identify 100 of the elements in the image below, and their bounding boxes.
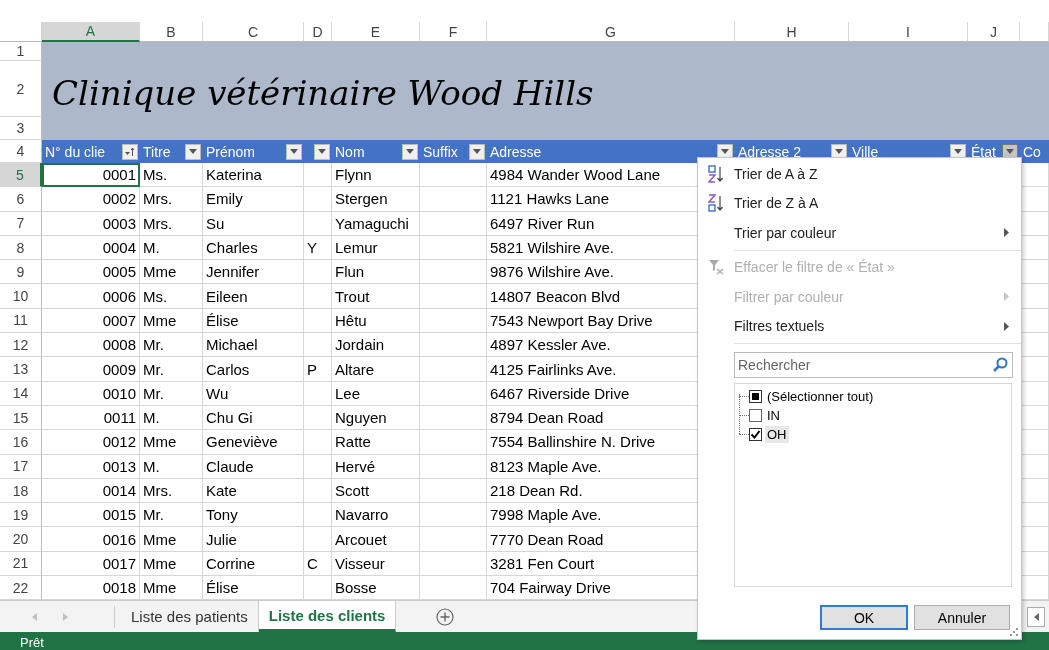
table-cell: Stergen	[332, 187, 420, 212]
row-header[interactable]: 3	[0, 117, 42, 140]
table-cell: Jennifer	[203, 260, 304, 285]
submenu-arrow-icon	[1004, 321, 1009, 331]
table-cell	[420, 527, 487, 552]
row-header[interactable]: 9	[0, 260, 42, 285]
table-cell: 0007	[42, 308, 140, 334]
row-header[interactable]: 5	[0, 163, 42, 188]
table-cell: Mrs.	[140, 478, 203, 504]
value-label[interactable]: OH	[765, 426, 789, 443]
table-cell: 0006	[42, 284, 140, 309]
sort-descending-icon	[708, 194, 724, 213]
header-cell: Prénom	[203, 140, 304, 163]
dialog-button[interactable]: OK	[820, 605, 908, 630]
table-cell: 0005	[42, 260, 140, 285]
table-cell: Mrs.	[140, 211, 203, 236]
row-header[interactable]: 19	[0, 503, 42, 528]
table-cell: Emily	[203, 187, 304, 212]
column-header[interactable]: E	[332, 22, 420, 42]
row-header[interactable]: 11	[0, 308, 42, 334]
table-cell: Ms.	[140, 163, 203, 188]
row-header[interactable]: 13	[0, 357, 42, 382]
table-cell: Mrs.	[140, 187, 203, 212]
row-header[interactable]: 16	[0, 430, 42, 455]
filter-button[interactable]	[469, 143, 485, 160]
row-header[interactable]: 14	[0, 381, 42, 406]
column-header[interactable]: H	[735, 22, 849, 42]
dialog-button[interactable]: Annuler	[914, 605, 1010, 630]
row-header[interactable]: 12	[0, 333, 42, 358]
table-cell: 0014	[42, 478, 140, 504]
table-cell: Yamaguchi	[332, 211, 420, 236]
table-cell	[304, 405, 332, 431]
column-header[interactable]: I	[849, 22, 968, 42]
row-header[interactable]: 10	[0, 284, 42, 309]
table-cell: 0013	[42, 454, 140, 479]
table-cell: P	[304, 357, 332, 382]
column-header[interactable]: C	[203, 22, 304, 42]
row-header[interactable]: 2	[0, 61, 42, 117]
row-header[interactable]: 18	[0, 478, 42, 504]
checkbox[interactable]	[749, 428, 762, 441]
table-cell: Claude	[203, 454, 304, 479]
resize-grip-icon[interactable]	[1010, 628, 1018, 636]
scroll-left-button[interactable]	[1027, 606, 1045, 627]
row-header[interactable]: 4	[0, 140, 42, 163]
table-cell: Altare	[332, 357, 420, 382]
row-header[interactable]: 15	[0, 405, 42, 431]
table-cell	[420, 503, 487, 528]
table-cell: Corrine	[203, 551, 304, 577]
column-header[interactable]: D	[304, 22, 332, 42]
add-sheet-icon[interactable]	[436, 607, 455, 626]
submenu-arrow-icon	[1004, 292, 1009, 302]
table-cell: Y	[304, 235, 332, 261]
table-cell: Hervé	[332, 454, 420, 479]
search-icon	[992, 357, 1008, 373]
search-field[interactable]: Rechercher	[734, 352, 1013, 378]
header-cell: Adresse	[487, 140, 735, 163]
row-header[interactable]: 22	[0, 576, 42, 601]
table-cell	[304, 211, 332, 236]
table-cell: Mme	[140, 260, 203, 285]
filter-button[interactable]	[314, 143, 330, 160]
sheet-tab[interactable]: Liste des clients	[258, 601, 397, 633]
filter-button[interactable]	[185, 143, 201, 160]
checkbox[interactable]	[749, 409, 762, 422]
column-header[interactable]: F	[420, 22, 487, 42]
row-header[interactable]: 1	[0, 42, 42, 61]
value-label[interactable]: (Sélectionner tout)	[765, 388, 876, 405]
row-header[interactable]: 7	[0, 211, 42, 236]
table-cell	[420, 405, 487, 431]
table-cell: M.	[140, 405, 203, 431]
filter-button[interactable]	[402, 143, 418, 160]
table-cell: Scott	[332, 478, 420, 504]
row-header[interactable]: 8	[0, 235, 42, 261]
column-header[interactable]: J	[968, 22, 1020, 42]
table-cell: 0001	[42, 163, 140, 188]
row-header[interactable]: 20	[0, 527, 42, 552]
table-cell	[420, 235, 487, 261]
table-cell	[304, 478, 332, 504]
column-header[interactable]: G	[487, 22, 735, 42]
row-header[interactable]: 21	[0, 551, 42, 577]
value-label[interactable]: IN	[765, 407, 782, 424]
row-header[interactable]: 6	[0, 187, 42, 212]
column-header[interactable]: A	[42, 22, 140, 42]
header-cell: Nom	[332, 140, 420, 163]
sort-ascending-icon	[708, 164, 724, 183]
table-cell: Visseur	[332, 551, 420, 577]
table-cell	[304, 527, 332, 552]
column-header[interactable]: B	[140, 22, 203, 42]
header-cell: Titre	[140, 140, 203, 163]
table-cell: Hêtu	[332, 308, 420, 334]
table-cell: Ms.	[140, 284, 203, 309]
table-cell: M.	[140, 235, 203, 261]
table-cell: Arcouet	[332, 527, 420, 552]
row-header[interactable]: 17	[0, 454, 42, 479]
status-text: Prêt	[20, 634, 44, 650]
table-cell	[420, 551, 487, 577]
table-cell	[420, 260, 487, 285]
table-cell: Tony	[203, 503, 304, 528]
table-cell: 0003	[42, 211, 140, 236]
filter-button[interactable]	[286, 143, 302, 160]
table-cell: C	[304, 551, 332, 577]
